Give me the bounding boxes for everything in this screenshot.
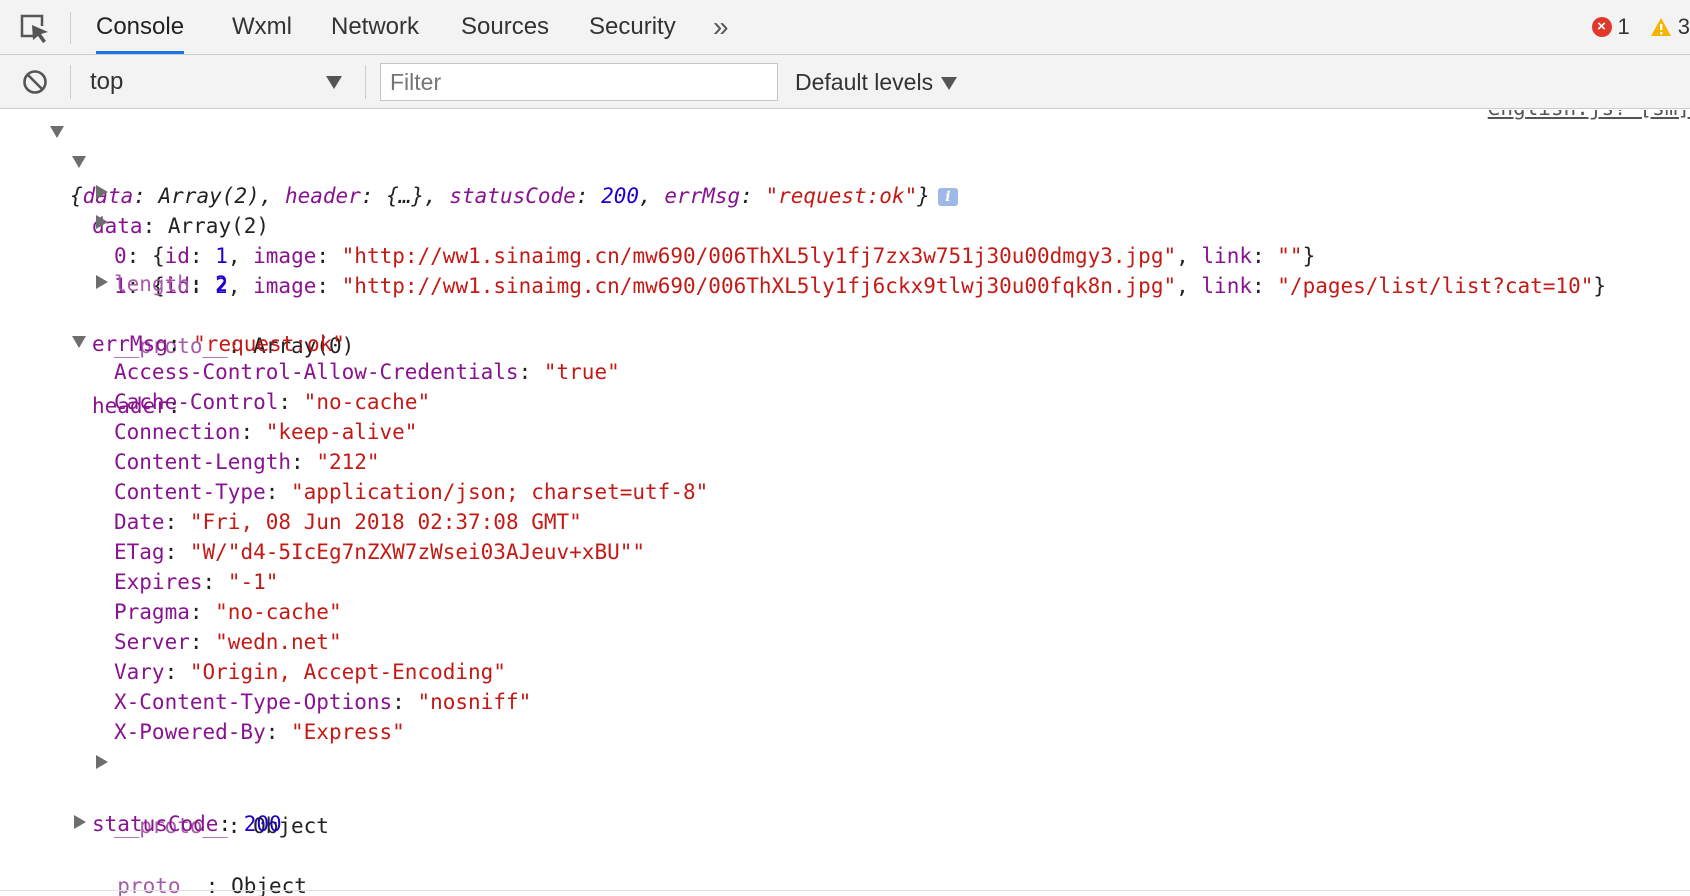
tab-label: Wxml (232, 13, 292, 40)
execution-context-value: top (90, 68, 124, 95)
tab-security[interactable]: Security (589, 0, 676, 54)
tab-wxml[interactable]: Wxml (232, 0, 292, 54)
clear-console-button[interactable] (22, 69, 48, 95)
info-icon[interactable]: i (937, 188, 958, 206)
toolbar-divider (365, 65, 366, 99)
tree-row-proto[interactable]: __proto__: Array(0) (0, 266, 354, 358)
active-tab-indicator (96, 51, 185, 54)
console-output: english.js? [sm] {data: Array(2), header… (0, 110, 1690, 896)
execution-context-select[interactable]: top (80, 61, 350, 103)
tree-row-statuscode: statusCode: 200 (92, 812, 282, 836)
collapse-arrow-icon[interactable] (72, 336, 86, 348)
expand-arrow-icon[interactable] (96, 275, 108, 289)
log-levels-label: Default levels (795, 69, 934, 95)
tab-console[interactable]: Console (96, 0, 185, 54)
tree-row-length: length: 2 (114, 272, 228, 296)
collapse-arrow-icon[interactable] (72, 156, 86, 168)
collapse-arrow-icon[interactable] (50, 126, 64, 138)
tree-row-errmsg: errMsg: "request:ok" (92, 332, 345, 356)
warning-count: 3 (1677, 14, 1690, 39)
clear-console-icon (23, 70, 47, 94)
tab-label: Network (331, 13, 420, 40)
error-icon: × (1591, 17, 1612, 37)
filter-input[interactable] (380, 63, 778, 101)
tree-row-header[interactable]: header: (0, 326, 181, 418)
log-levels-dropdown[interactable]: Default levels (795, 61, 958, 103)
tree-row-proto[interactable]: __proto__: Object (0, 806, 307, 896)
log-object-summary[interactable]: {data: Array(2), header: {…}, statusCode… (0, 116, 958, 208)
dropdown-arrow-icon (941, 77, 958, 91)
error-count: 1 (1617, 14, 1630, 39)
tab-label: Security (589, 13, 676, 40)
tab-label: Sources (461, 13, 550, 40)
tab-label: Console (96, 13, 185, 40)
warning-icon (1650, 18, 1671, 36)
console-bottom-border (0, 890, 1690, 891)
tree-row-data-item[interactable]: 0: {id: 1, image: "http://ww1.sinaimg.cn… (0, 176, 1315, 268)
toolbar-divider (70, 65, 71, 99)
double-chevron-right-icon[interactable]: » (713, 0, 729, 54)
tab-sources[interactable]: Sources (461, 0, 549, 54)
inspect-element-button[interactable] (17, 10, 53, 46)
devtools-tab-bar: Console Wxml Network Sources Security » … (0, 0, 1690, 55)
dropdown-arrow-icon (326, 76, 342, 89)
expand-arrow-icon[interactable] (74, 815, 86, 829)
tab-network[interactable]: Network (331, 0, 419, 54)
expand-arrow-icon[interactable] (96, 215, 108, 229)
tree-row-proto[interactable]: __proto__: Object (0, 746, 329, 838)
tree-row-data-item[interactable]: 1: {id: 2, image: "http://ww1.sinaimg.cn… (0, 206, 1606, 298)
issue-counts[interactable]: × 1 3 (1591, 0, 1690, 54)
toolbar-divider (70, 12, 71, 44)
console-toolbar: top Default levels (0, 55, 1690, 109)
expand-arrow-icon[interactable] (96, 755, 108, 769)
tree-row-data[interactable]: data: Array(2) (0, 146, 269, 238)
expand-arrow-icon[interactable] (96, 185, 108, 199)
source-link[interactable]: english.js? [sm] (1488, 110, 1690, 120)
inspect-element-icon (20, 14, 49, 43)
